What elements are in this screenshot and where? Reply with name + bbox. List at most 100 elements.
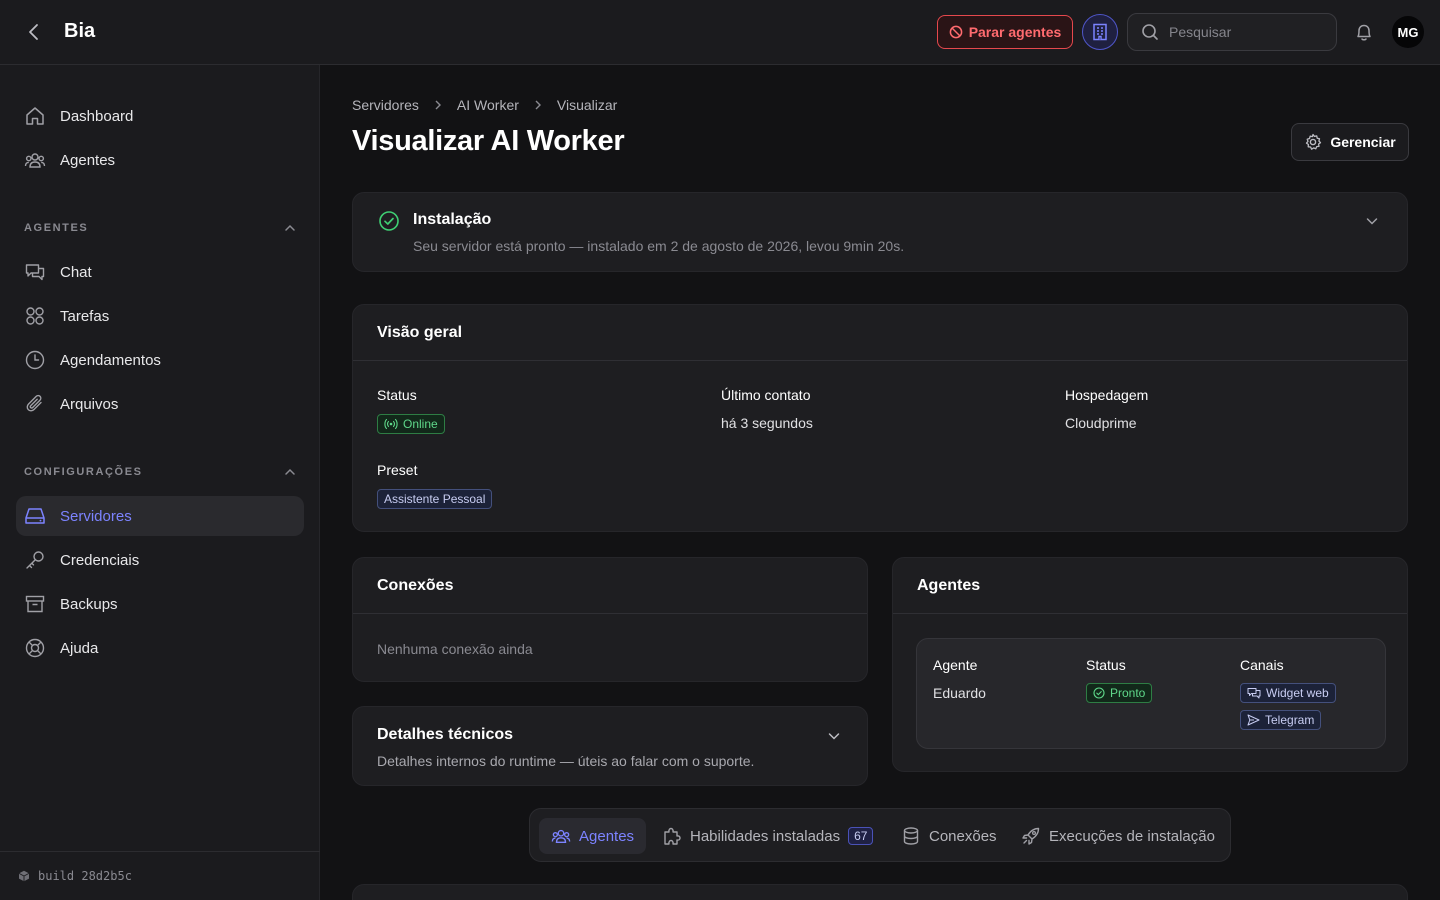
tab-label: Agentes: [579, 827, 635, 845]
sidebar-item-label: Arquivos: [60, 395, 119, 413]
chevron-up-icon: [284, 222, 296, 234]
tab-habilidades[interactable]: Habilidades instaladas 67: [650, 818, 885, 854]
search-input[interactable]: [1169, 24, 1319, 40]
installation-subtitle: Seu servidor está pronto — instalado em …: [413, 238, 905, 254]
agent-name: Eduardo: [933, 685, 986, 701]
back-icon[interactable]: [24, 22, 44, 42]
connections-title: Conexões: [353, 558, 867, 614]
installation-title: Instalação: [413, 211, 492, 228]
search-icon: [1141, 23, 1159, 41]
tab-conexoes[interactable]: Conexões: [889, 818, 1009, 854]
check-circle-icon: [1093, 687, 1105, 699]
sidebar-item-chat[interactable]: Chat: [16, 252, 304, 292]
manage-label: Gerenciar: [1330, 134, 1396, 150]
hosting-value: Cloudprime: [1065, 415, 1137, 431]
chat-icon: [1247, 687, 1261, 699]
hosting-label: Hospedagem: [1065, 387, 1149, 403]
chevron-down-icon[interactable]: [827, 729, 841, 743]
paperclip-icon: [24, 393, 46, 415]
installation-card: Instalação Seu servidor está pronto — in…: [352, 192, 1408, 272]
sidebar-item-arquivos[interactable]: Arquivos: [16, 384, 304, 424]
agent-status-badge: Pronto: [1086, 683, 1153, 703]
chevron-right-icon: [433, 100, 443, 110]
tab-bar: Agentes Habilidades instaladas 67 Conexõ…: [529, 808, 1231, 862]
preset-label: Preset: [377, 462, 418, 478]
sidebar-item-label: Ajuda: [60, 639, 99, 657]
status-header: Status: [1086, 657, 1126, 673]
stop-agents-button[interactable]: Parar agentes: [937, 15, 1073, 49]
chevron-up-icon: [284, 466, 296, 478]
avatar[interactable]: MG: [1392, 16, 1424, 48]
tab-content-card: [352, 884, 1408, 900]
section-configuracoes-toggle[interactable]: CONFIGURAÇÕES: [24, 462, 296, 482]
section-title: CONFIGURAÇÕES: [24, 466, 143, 478]
build-label: build 28d2b5c: [38, 869, 132, 883]
chevron-down-icon[interactable]: [1365, 214, 1379, 228]
sidebar-item-credenciais[interactable]: Credenciais: [16, 540, 304, 580]
section-title: AGENTES: [24, 222, 89, 234]
gear-icon: [1304, 133, 1322, 151]
page-title: Visualizar AI Worker: [352, 125, 625, 157]
server-icon: [24, 505, 46, 527]
archive-icon: [24, 593, 46, 615]
status-badge: Online: [377, 414, 445, 434]
sidebar-item-label: Credenciais: [60, 551, 140, 569]
agent-header: Agente: [933, 657, 978, 673]
agent-row-card[interactable]: Agente Status Canais Eduardo Pronto Widg…: [916, 638, 1386, 749]
skills-count-badge: 67: [848, 827, 874, 845]
tech-details-title: Detalhes técnicos: [377, 726, 514, 743]
sidebar-item-agendamentos[interactable]: Agendamentos: [16, 340, 304, 380]
sidebar-item-label: Chat: [60, 263, 92, 281]
clock-icon: [24, 349, 46, 371]
channel-label: Widget web: [1266, 686, 1329, 700]
breadcrumb-item[interactable]: AI Worker: [457, 97, 519, 113]
agents-card: Agentes Agente Status Canais Eduardo Pro…: [892, 557, 1408, 772]
top-bar: Bia Parar agentes MG: [0, 0, 1440, 65]
breadcrumb-current: Visualizar: [556, 97, 618, 113]
agent-status-value: Pronto: [1110, 686, 1146, 700]
sidebar-item-tarefas[interactable]: Tarefas: [16, 296, 304, 336]
app-title: Bia: [64, 20, 96, 42]
users-icon: [24, 149, 46, 171]
last-contact-value: há 3 segundos: [721, 415, 813, 431]
cube-icon: [18, 870, 30, 882]
sidebar-item-agentes[interactable]: Agentes: [16, 140, 304, 180]
search-box[interactable]: [1127, 13, 1337, 51]
organization-button[interactable]: [1082, 14, 1118, 50]
sidebar-item-backups[interactable]: Backups: [16, 584, 304, 624]
grid-icon: [24, 305, 46, 327]
building-icon: [1090, 22, 1110, 42]
chat-icon: [24, 261, 46, 283]
preset-badge: Assistente Pessoal: [377, 489, 493, 509]
status-value: Online: [403, 417, 438, 431]
overview-card: Visão geral Status Online Último contato…: [352, 304, 1408, 532]
manage-button[interactable]: Gerenciar: [1291, 123, 1409, 161]
breadcrumb: Servidores AI Worker Visualizar: [352, 97, 617, 113]
section-agentes-toggle[interactable]: AGENTES: [24, 218, 296, 238]
database-icon: [901, 826, 921, 846]
channel-label: Telegram: [1265, 713, 1315, 727]
send-icon: [1247, 714, 1260, 726]
channel-badge-telegram: Telegram: [1240, 710, 1322, 730]
tech-details-subtitle: Detalhes internos do runtime — úteis ao …: [377, 753, 755, 769]
sidebar-item-ajuda[interactable]: Ajuda: [16, 628, 304, 668]
sidebar-item-label: Servidores: [60, 507, 132, 525]
breadcrumb-item[interactable]: Servidores: [352, 97, 419, 113]
overview-title: Visão geral: [353, 305, 1407, 361]
sidebar: Dashboard Agentes AGENTES Chat Tarefas A…: [0, 65, 320, 900]
tab-execucoes[interactable]: Execuções de instalação: [1009, 818, 1227, 854]
tech-details-card[interactable]: Detalhes técnicos Detalhes internos do r…: [352, 706, 868, 786]
lifebuoy-icon: [24, 637, 46, 659]
tab-agentes[interactable]: Agentes: [539, 818, 647, 854]
sidebar-item-label: Agentes: [60, 151, 116, 169]
check-circle-icon: [378, 210, 400, 232]
connections-empty: Nenhuma conexão ainda: [377, 641, 533, 657]
sidebar-item-label: Backups: [60, 595, 118, 613]
sidebar-item-dashboard[interactable]: Dashboard: [16, 96, 304, 136]
sidebar-item-label: Agendamentos: [60, 351, 161, 369]
channels-header: Canais: [1240, 657, 1284, 673]
bell-icon[interactable]: [1353, 21, 1375, 43]
preset-value: Assistente Pessoal: [384, 492, 486, 506]
sidebar-item-servidores[interactable]: Servidores: [16, 496, 304, 536]
home-icon: [24, 105, 46, 127]
